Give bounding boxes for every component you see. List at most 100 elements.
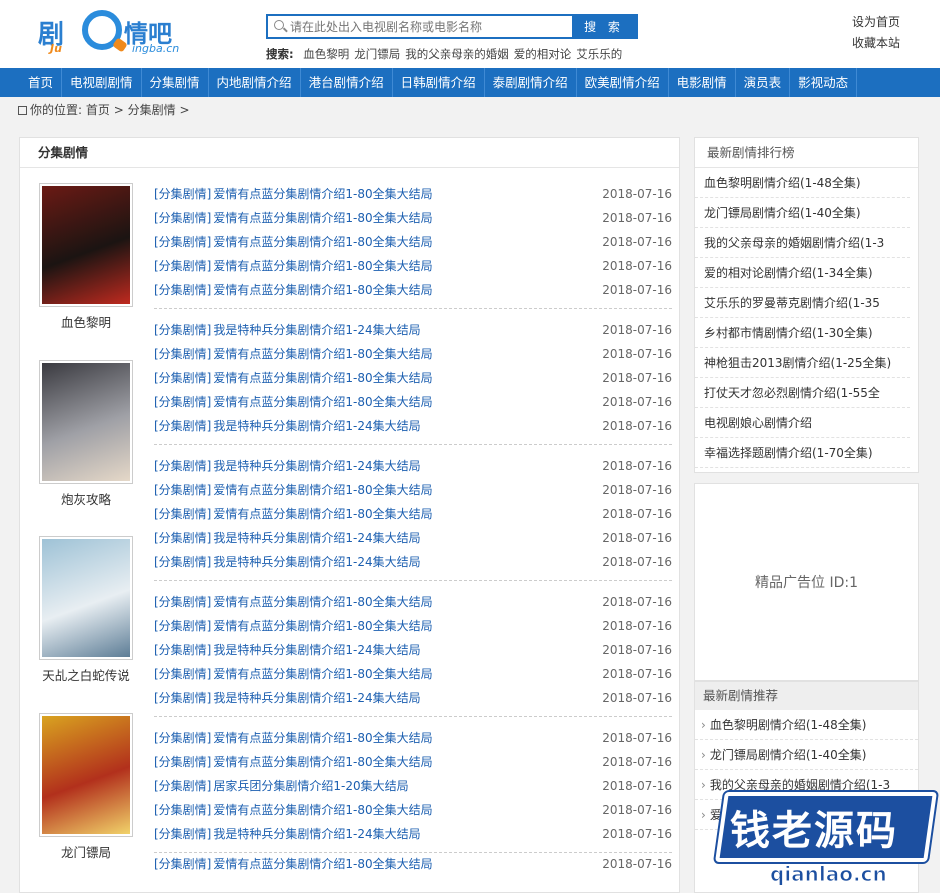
episode-row[interactable]: [分集剧情] 爱情有点蓝分集剧情介绍1-80全集大结局 2018-07-16 — [154, 502, 672, 526]
episode-title-link[interactable]: 我是特种兵分集剧情介绍1-24集大结局 — [213, 419, 420, 433]
episode-row[interactable]: [分集剧情] 我是特种兵分集剧情介绍1-24集大结局 2018-07-16 — [154, 550, 672, 574]
episode-title-link[interactable]: 爱情有点蓝分集剧情介绍1-80全集大结局 — [213, 667, 432, 681]
episode-category[interactable]: [分集剧情] — [154, 755, 211, 769]
episode-category[interactable]: [分集剧情] — [154, 595, 211, 609]
episode-title-link[interactable]: 我是特种兵分集剧情介绍1-24集大结局 — [213, 323, 420, 337]
episode-category[interactable]: [分集剧情] — [154, 283, 211, 297]
nav-item[interactable]: 电影剧情 — [669, 68, 736, 97]
episode-category[interactable]: [分集剧情] — [154, 731, 211, 745]
nav-item[interactable]: 影视动态 — [790, 68, 858, 97]
episode-category[interactable]: [分集剧情] — [154, 395, 211, 409]
ranking-item[interactable]: 爱的相对论剧情介绍(1-34全集) — [695, 258, 910, 288]
episode-row[interactable]: [分集剧情] 爱情有点蓝分集剧情介绍1-80全集大结局 2018-07-16 — [154, 852, 672, 876]
episode-row[interactable]: [分集剧情] 爱情有点蓝分集剧情介绍1-80全集大结局 2018-07-16 — [154, 366, 672, 390]
episode-category[interactable]: [分集剧情] — [154, 347, 211, 361]
hot-keyword-link[interactable]: 龙门镖局 — [354, 47, 400, 61]
episode-title-link[interactable]: 我是特种兵分集剧情介绍1-24集大结局 — [213, 691, 420, 705]
episode-row[interactable]: [分集剧情] 我是特种兵分集剧情介绍1-24集大结局 2018-07-16 — [154, 454, 672, 478]
episode-title-link[interactable]: 爱情有点蓝分集剧情介绍1-80全集大结局 — [213, 347, 432, 361]
episode-category[interactable]: [分集剧情] — [154, 691, 211, 705]
ranking-item[interactable]: 艾乐乐的罗曼蒂克剧情介绍(1-35 — [695, 288, 910, 318]
episode-row[interactable]: [分集剧情] 我是特种兵分集剧情介绍1-24集大结局 2018-07-16 — [154, 318, 672, 342]
drama-title-link[interactable]: 炮灰攻略 — [30, 489, 142, 508]
episode-row[interactable]: [分集剧情] 居家兵团分集剧情介绍1-20集大结局 2018-07-16 — [154, 774, 672, 798]
nav-item[interactable]: 欧美剧情介绍 — [577, 68, 669, 97]
hot-keyword-link[interactable]: 我的父亲母亲的婚姻 — [405, 47, 509, 61]
episode-row[interactable]: [分集剧情] 爱情有点蓝分集剧情介绍1-80全集大结局 2018-07-16 — [154, 278, 672, 302]
episode-row[interactable]: [分集剧情] 爱情有点蓝分集剧情介绍1-80全集大结局 2018-07-16 — [154, 662, 672, 686]
episode-title-link[interactable]: 爱情有点蓝分集剧情介绍1-80全集大结局 — [213, 507, 432, 521]
episode-category[interactable]: [分集剧情] — [154, 507, 211, 521]
episode-row[interactable]: [分集剧情] 爱情有点蓝分集剧情介绍1-80全集大结局 2018-07-16 — [154, 206, 672, 230]
episode-title-link[interactable]: 爱情有点蓝分集剧情介绍1-80全集大结局 — [213, 187, 432, 201]
nav-item[interactable]: 电视剧剧情 — [62, 68, 142, 97]
hot-keyword-link[interactable]: 艾乐乐的 — [576, 47, 622, 61]
episode-row[interactable]: [分集剧情] 爱情有点蓝分集剧情介绍1-80全集大结局 2018-07-16 — [154, 750, 672, 774]
episode-category[interactable]: [分集剧情] — [154, 531, 211, 545]
episode-title-link[interactable]: 爱情有点蓝分集剧情介绍1-80全集大结局 — [213, 235, 432, 249]
episode-title-link[interactable]: 爱情有点蓝分集剧情介绍1-80全集大结局 — [213, 731, 432, 745]
episode-title-link[interactable]: 爱情有点蓝分集剧情介绍1-80全集大结局 — [213, 619, 432, 633]
episode-title-link[interactable]: 居家兵团分集剧情介绍1-20集大结局 — [213, 779, 408, 793]
episode-category[interactable]: [分集剧情] — [154, 259, 211, 273]
episode-title-link[interactable]: 我是特种兵分集剧情介绍1-24集大结局 — [213, 459, 420, 473]
hot-keyword-link[interactable]: 爱的相对论 — [514, 47, 572, 61]
episode-title-link[interactable]: 爱情有点蓝分集剧情介绍1-80全集大结局 — [213, 259, 432, 273]
ad-slot[interactable]: 精品广告位 ID:1 — [694, 483, 919, 681]
episode-row[interactable]: [分集剧情] 爱情有点蓝分集剧情介绍1-80全集大结局 2018-07-16 — [154, 726, 672, 750]
episode-row[interactable]: [分集剧情] 爱情有点蓝分集剧情介绍1-80全集大结局 2018-07-16 — [154, 614, 672, 638]
drama-poster[interactable] — [39, 360, 133, 484]
nav-item[interactable]: 演员表 — [736, 68, 791, 97]
drama-title-link[interactable]: 龙门镖局 — [30, 842, 142, 861]
episode-category[interactable]: [分集剧情] — [154, 827, 211, 841]
episode-row[interactable]: [分集剧情] 爱情有点蓝分集剧情介绍1-80全集大结局 2018-07-16 — [154, 230, 672, 254]
breadcrumb-current[interactable]: 分集剧情 — [128, 103, 176, 117]
episode-row[interactable]: [分集剧情] 我是特种兵分集剧情介绍1-24集大结局 2018-07-16 — [154, 414, 672, 438]
episode-row[interactable]: [分集剧情] 爱情有点蓝分集剧情介绍1-80全集大结局 2018-07-16 — [154, 182, 672, 206]
drama-poster[interactable] — [39, 183, 133, 307]
episode-title-link[interactable]: 爱情有点蓝分集剧情介绍1-80全集大结局 — [213, 857, 432, 871]
episode-category[interactable]: [分集剧情] — [154, 857, 211, 871]
episode-category[interactable]: [分集剧情] — [154, 803, 211, 817]
breadcrumb-home[interactable]: 首页 — [86, 103, 110, 117]
episode-title-link[interactable]: 爱情有点蓝分集剧情介绍1-80全集大结局 — [213, 803, 432, 817]
episode-row[interactable]: [分集剧情] 我是特种兵分集剧情介绍1-24集大结局 2018-07-16 — [154, 822, 672, 846]
episode-title-link[interactable]: 我是特种兵分集剧情介绍1-24集大结局 — [213, 643, 420, 657]
episode-category[interactable]: [分集剧情] — [154, 211, 211, 225]
nav-item[interactable]: 内地剧情介绍 — [209, 68, 301, 97]
episode-category[interactable]: [分集剧情] — [154, 235, 211, 249]
ranking-item[interactable]: 我的父亲母亲的婚姻剧情介绍(1-3 — [695, 228, 910, 258]
episode-category[interactable]: [分集剧情] — [154, 667, 211, 681]
episode-category[interactable]: [分集剧情] — [154, 483, 211, 497]
hot-keyword-link[interactable]: 血色黎明 — [303, 47, 349, 61]
episode-row[interactable]: [分集剧情] 我是特种兵分集剧情介绍1-24集大结局 2018-07-16 — [154, 526, 672, 550]
episode-row[interactable]: [分集剧情] 爱情有点蓝分集剧情介绍1-80全集大结局 2018-07-16 — [154, 254, 672, 278]
drama-title-link[interactable]: 天乩之白蛇传说 — [30, 665, 142, 684]
episode-row[interactable]: [分集剧情] 爱情有点蓝分集剧情介绍1-80全集大结局 2018-07-16 — [154, 478, 672, 502]
episode-row[interactable]: [分集剧情] 爱情有点蓝分集剧情介绍1-80全集大结局 2018-07-16 — [154, 590, 672, 614]
recommend-item[interactable]: 血色黎明剧情介绍(1-48全集) — [695, 710, 918, 740]
ranking-item[interactable]: 电视剧娘心剧情介绍 — [695, 408, 910, 438]
search-input[interactable] — [290, 16, 572, 37]
search-button[interactable]: 搜 索 — [572, 16, 636, 37]
ranking-item[interactable]: 幸福选择题剧情介绍(1-70全集) — [695, 438, 910, 468]
episode-title-link[interactable]: 爱情有点蓝分集剧情介绍1-80全集大结局 — [213, 371, 432, 385]
drama-poster[interactable] — [39, 713, 133, 837]
bookmark-link[interactable]: 收藏本站 — [852, 33, 900, 54]
episode-row[interactable]: [分集剧情] 爱情有点蓝分集剧情介绍1-80全集大结局 2018-07-16 — [154, 342, 672, 366]
episode-row[interactable]: [分集剧情] 爱情有点蓝分集剧情介绍1-80全集大结局 2018-07-16 — [154, 798, 672, 822]
ranking-item[interactable]: 龙门镖局剧情介绍(1-40全集) — [695, 198, 910, 228]
episode-title-link[interactable]: 我是特种兵分集剧情介绍1-24集大结局 — [213, 531, 420, 545]
episode-category[interactable]: [分集剧情] — [154, 643, 211, 657]
nav-item[interactable]: 泰剧剧情介绍 — [485, 68, 577, 97]
nav-item[interactable]: 分集剧情 — [142, 68, 209, 97]
recommend-item[interactable]: 龙门镖局剧情介绍(1-40全集) — [695, 740, 918, 770]
episode-category[interactable]: [分集剧情] — [154, 371, 211, 385]
set-homepage-link[interactable]: 设为首页 — [852, 12, 900, 33]
drama-title-link[interactable]: 血色黎明 — [30, 312, 142, 331]
episode-category[interactable]: [分集剧情] — [154, 555, 211, 569]
episode-category[interactable]: [分集剧情] — [154, 619, 211, 633]
episode-title-link[interactable]: 爱情有点蓝分集剧情介绍1-80全集大结局 — [213, 483, 432, 497]
episode-category[interactable]: [分集剧情] — [154, 419, 211, 433]
episode-row[interactable]: [分集剧情] 爱情有点蓝分集剧情介绍1-80全集大结局 2018-07-16 — [154, 390, 672, 414]
